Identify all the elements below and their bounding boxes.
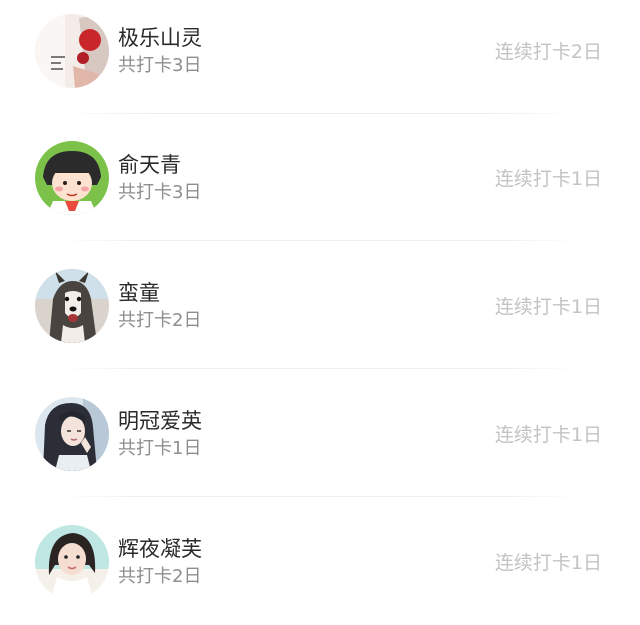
avatar-portrait-girl-icon <box>35 525 109 599</box>
avatar-husky-dog-icon <box>35 269 109 343</box>
streak-checkin-days: 连续打卡1日 <box>494 424 602 446</box>
list-item[interactable]: 极乐山灵 共打卡3日 连续打卡2日 <box>0 0 640 114</box>
streak-checkin-days: 连续打卡1日 <box>494 552 602 574</box>
list-item[interactable]: 明冠爱英 共打卡1日 连续打卡1日 <box>0 370 640 497</box>
total-checkin-days: 共打卡2日 <box>118 566 202 587</box>
list-item[interactable]: 蛮童 共打卡2日 连续打卡1日 <box>0 242 640 369</box>
divider <box>60 496 580 497</box>
avatar[interactable] <box>35 269 109 343</box>
divider <box>60 368 580 369</box>
user-name: 俞天青 <box>118 153 181 177</box>
streak-checkin-days: 连续打卡2日 <box>494 41 602 63</box>
avatar-red-pattern-icon <box>35 14 109 88</box>
avatar-cartoon-girl-icon <box>35 141 109 215</box>
checkin-list: 极乐山灵 共打卡3日 连续打卡2日 俞天青 共打卡3日 连续打卡1日 蛮童 共打… <box>0 0 640 610</box>
user-name: 明冠爱英 <box>118 409 202 433</box>
streak-checkin-days: 连续打卡1日 <box>494 168 602 190</box>
user-name: 极乐山灵 <box>118 26 202 50</box>
avatar-long-hair-girl-icon <box>35 397 109 471</box>
total-checkin-days: 共打卡1日 <box>118 438 202 459</box>
avatar[interactable] <box>35 525 109 599</box>
streak-checkin-days: 连续打卡1日 <box>494 296 602 318</box>
list-item[interactable]: 辉夜凝芙 共打卡2日 连续打卡1日 <box>0 498 640 625</box>
total-checkin-days: 共打卡2日 <box>118 310 202 331</box>
avatar[interactable] <box>35 397 109 471</box>
total-checkin-days: 共打卡3日 <box>118 55 202 76</box>
divider <box>60 240 580 241</box>
avatar[interactable] <box>35 141 109 215</box>
user-name: 辉夜凝芙 <box>118 537 202 561</box>
list-item[interactable]: 俞天青 共打卡3日 连续打卡1日 <box>0 114 640 241</box>
total-checkin-days: 共打卡3日 <box>118 182 202 203</box>
avatar[interactable] <box>35 14 109 88</box>
user-name: 蛮童 <box>118 281 160 305</box>
